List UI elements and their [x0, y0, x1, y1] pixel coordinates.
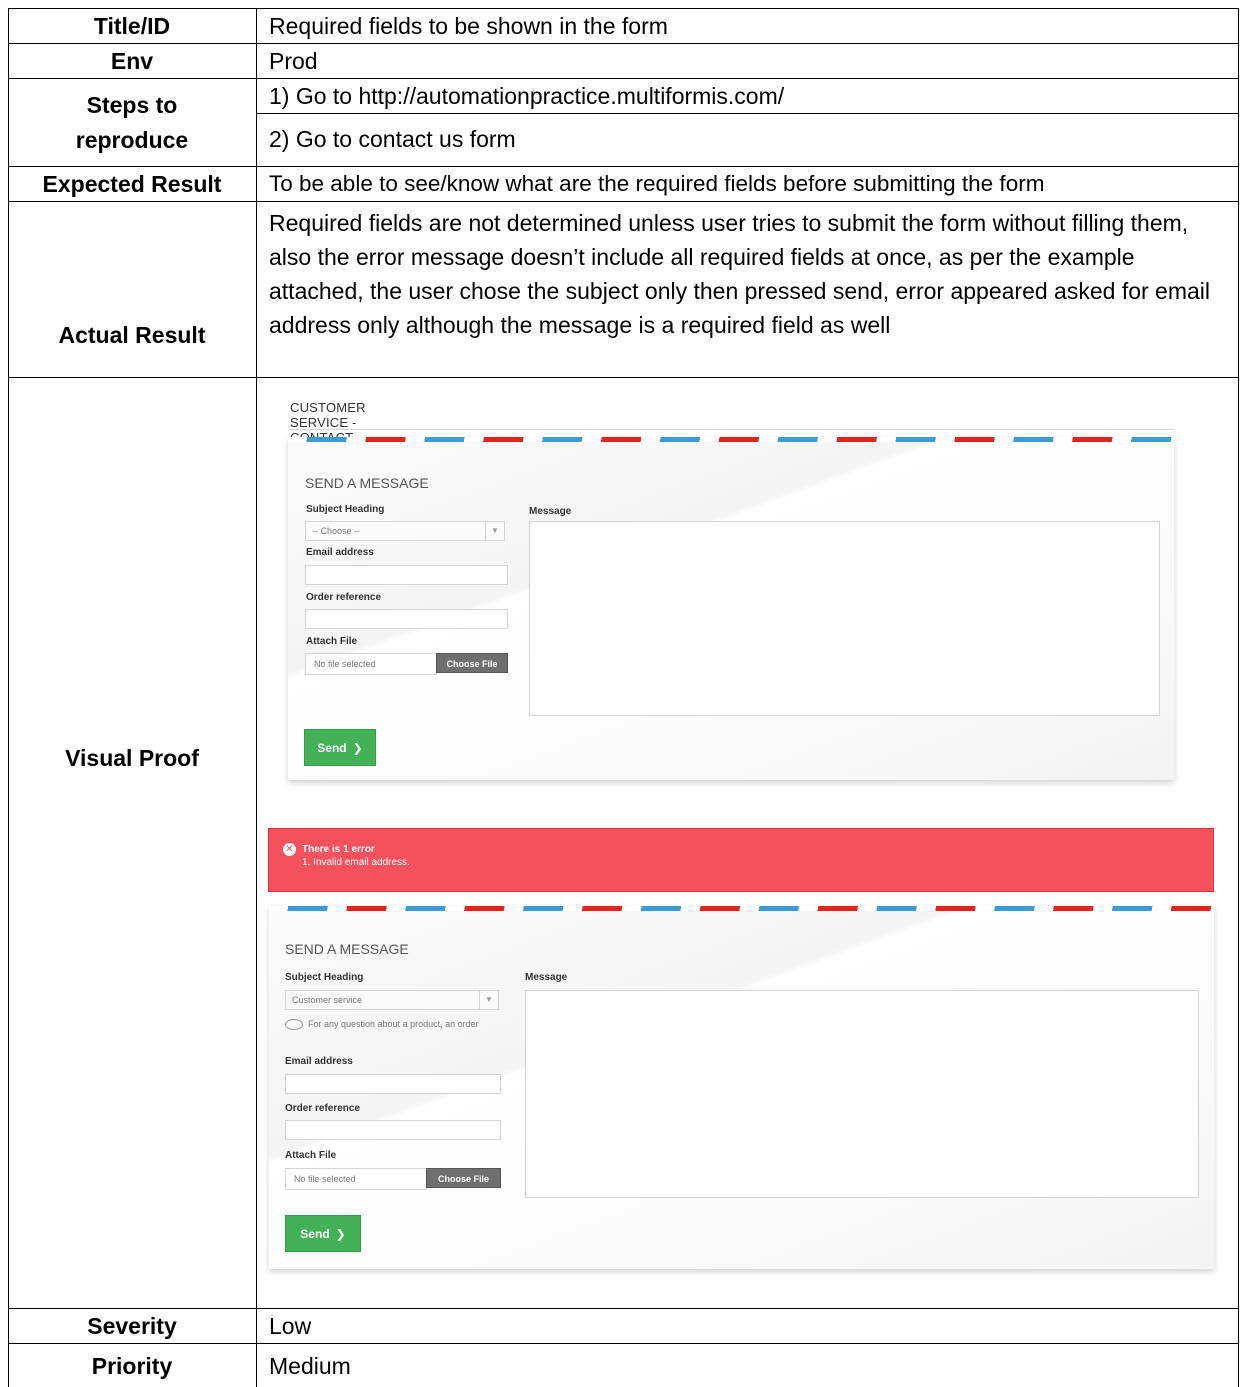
order-reference-field[interactable] [285, 1120, 501, 1140]
subject-hint: For any question about a product, an ord… [285, 1016, 505, 1032]
contact-form-after-submit: SEND A MESSAGE Subject Heading Customer … [269, 906, 1214, 1269]
step-2: 2) Go to contact us form [269, 126, 516, 152]
chevron-down-icon: ▼ [479, 991, 498, 1009]
env-label: Env [110, 48, 154, 74]
priority-value: Medium [269, 1352, 351, 1379]
error-alert: ✕ There is 1 error 1. Invalid email addr… [268, 828, 1214, 892]
step-1: 1) Go to http://automationpractice.multi… [269, 83, 785, 109]
subject-heading-select[interactable]: -- Choose -- ▼ [305, 521, 505, 541]
message-label: Message [525, 972, 568, 983]
expected-result-label: Expected Result [42, 171, 222, 197]
email-label: Email address [285, 1056, 353, 1067]
email-label: Email address [306, 547, 374, 558]
email-field[interactable] [285, 1074, 501, 1094]
subject-heading-value: -- Choose -- [312, 526, 361, 536]
visual-proof-label: Visual Proof [65, 745, 199, 771]
severity-label: Severity [87, 1313, 177, 1339]
send-button[interactable]: Send ❯ [304, 729, 376, 766]
attach-file-label: Attach File [285, 1150, 337, 1161]
title-id-value: Required fields to be shown in the form [269, 13, 668, 39]
subject-hint-text: For any question about a product, an ord… [308, 1019, 479, 1029]
email-field[interactable] [305, 565, 508, 585]
chevron-right-icon: ❯ [335, 1226, 346, 1241]
subject-heading-select[interactable]: Customer service ▼ [285, 990, 499, 1010]
error-item: 1. Invalid email address. [302, 857, 410, 868]
form-heading: SEND A MESSAGE [305, 475, 429, 491]
contact-form-initial: SEND A MESSAGE Subject Heading -- Choose… [288, 437, 1174, 780]
actual-result-value: Required fields are not determined unles… [269, 210, 1211, 338]
chevron-right-icon: ❯ [352, 740, 363, 755]
subject-heading-value: Customer service [292, 995, 363, 1005]
actual-result-label: Actual Result [58, 321, 206, 348]
speech-bubble-icon [285, 1019, 303, 1031]
file-name-display: No file selected [285, 1168, 427, 1190]
message-textarea[interactable] [525, 990, 1199, 1198]
subject-heading-label: Subject Heading [306, 504, 385, 515]
env-value: Prod [269, 48, 318, 74]
send-button-label: Send [317, 740, 347, 755]
choose-file-button[interactable]: Choose File [426, 1168, 501, 1188]
form-heading: SEND A MESSAGE [285, 941, 409, 957]
steps-label: Steps to reproduce [75, 91, 189, 153]
send-button-label: Send [300, 1226, 330, 1241]
title-id-label: Title/ID [93, 13, 171, 39]
severity-value: Low [269, 1313, 312, 1339]
error-title: There is 1 error [302, 844, 375, 855]
subject-heading-label: Subject Heading [285, 972, 364, 983]
send-button[interactable]: Send ❯ [285, 1215, 361, 1252]
priority-label: Priority [91, 1352, 173, 1379]
file-name-display: No file selected [305, 653, 437, 675]
order-reference-field[interactable] [305, 609, 508, 629]
error-icon: ✕ [283, 843, 296, 856]
message-textarea[interactable] [529, 521, 1160, 716]
order-reference-label: Order reference [285, 1103, 361, 1114]
message-label: Message [529, 506, 572, 517]
expected-result-value: To be able to see/know what are the requ… [269, 171, 1045, 196]
choose-file-button[interactable]: Choose File [436, 653, 508, 673]
attach-file-label: Attach File [306, 636, 358, 647]
chevron-down-icon: ▼ [485, 522, 504, 540]
order-reference-label: Order reference [306, 592, 382, 603]
